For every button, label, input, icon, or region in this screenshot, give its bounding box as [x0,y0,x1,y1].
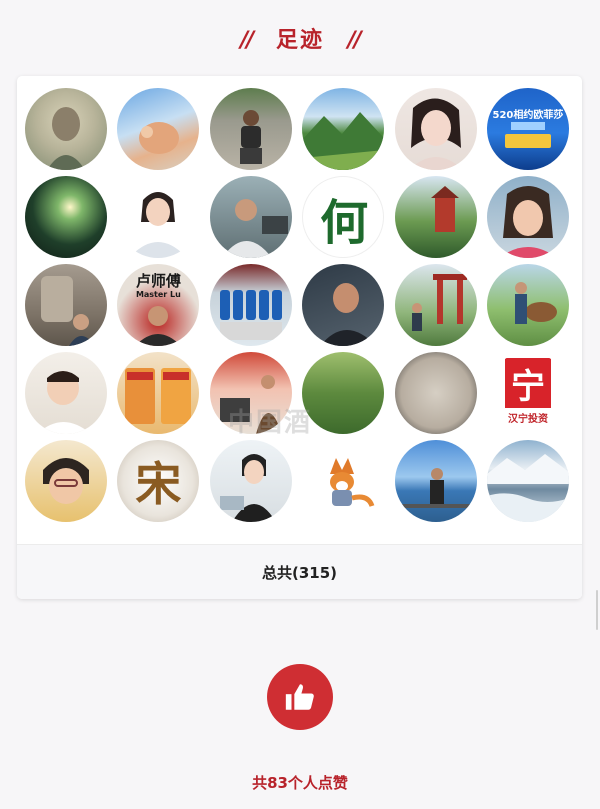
visitor-avatar[interactable] [394,440,477,522]
visitor-avatar[interactable] [25,176,107,258]
thumbs-up-icon [285,684,314,710]
avatar-subcaption: 汉宁投资 [507,414,548,425]
visitor-avatar[interactable] [25,264,107,346]
title-slashes-right: // [347,28,362,53]
visitor-avatar[interactable]: 宋 [117,440,200,522]
visitor-avatar[interactable] [486,264,569,346]
visitor-avatar[interactable] [302,264,385,346]
visitor-avatar[interactable] [394,176,477,258]
like-button[interactable] [267,664,333,730]
visitor-avatar[interactable] [302,88,385,170]
avatar-calligraphy: 宋 [135,457,182,511]
visitor-avatar[interactable] [302,440,385,522]
avatar-grid: 520相约欧菲莎 何 卢师傅 Master Lu 宁 汉宁投资 宋 [25,88,569,522]
visitor-avatar[interactable] [209,88,292,170]
visitor-avatar[interactable] [25,352,107,434]
avatar-calligraphy: 何 [320,195,369,251]
visitor-avatar[interactable] [25,88,107,170]
scrollbar[interactable] [596,590,598,630]
avatar-logo-glyph: 宁 [510,366,545,407]
visitor-avatar[interactable]: 何 [302,176,385,258]
visitor-avatar[interactable] [486,440,569,522]
visitor-avatar[interactable] [394,352,477,434]
visitor-avatar[interactable] [209,440,292,522]
section-title: // 足迹 // [0,22,600,54]
title-slashes-left: // [240,28,254,53]
footprint-page: // 足迹 // 520相约欧菲莎 何 卢师傅 Master Lu 宁 汉宁投资… [0,0,600,809]
title-text: 足迹 [275,28,324,53]
visitor-avatar[interactable] [117,176,200,258]
like-count: 共83个人点赞 [252,774,348,792]
visitor-avatar[interactable] [117,88,200,170]
visitor-avatar[interactable] [117,352,200,434]
visitor-avatar[interactable] [209,352,292,434]
visitor-avatar[interactable]: 宁 汉宁投资 [486,352,569,434]
total-count[interactable]: 总共(315) [17,544,582,599]
visitor-avatar[interactable]: 520相约欧菲莎 [486,88,569,170]
visitor-avatar[interactable] [25,440,107,522]
visitor-avatar[interactable]: 卢师傅 Master Lu [117,264,200,346]
visitor-avatar[interactable] [302,352,385,434]
visitor-avatar[interactable] [209,176,292,258]
visitor-avatar[interactable] [394,264,477,346]
visitor-card: 520相约欧菲莎 何 卢师傅 Master Lu 宁 汉宁投资 宋 总共(315… [17,76,582,599]
visitor-avatar[interactable] [394,88,477,170]
visitor-avatar[interactable] [209,264,292,346]
visitor-avatar[interactable] [486,176,569,258]
